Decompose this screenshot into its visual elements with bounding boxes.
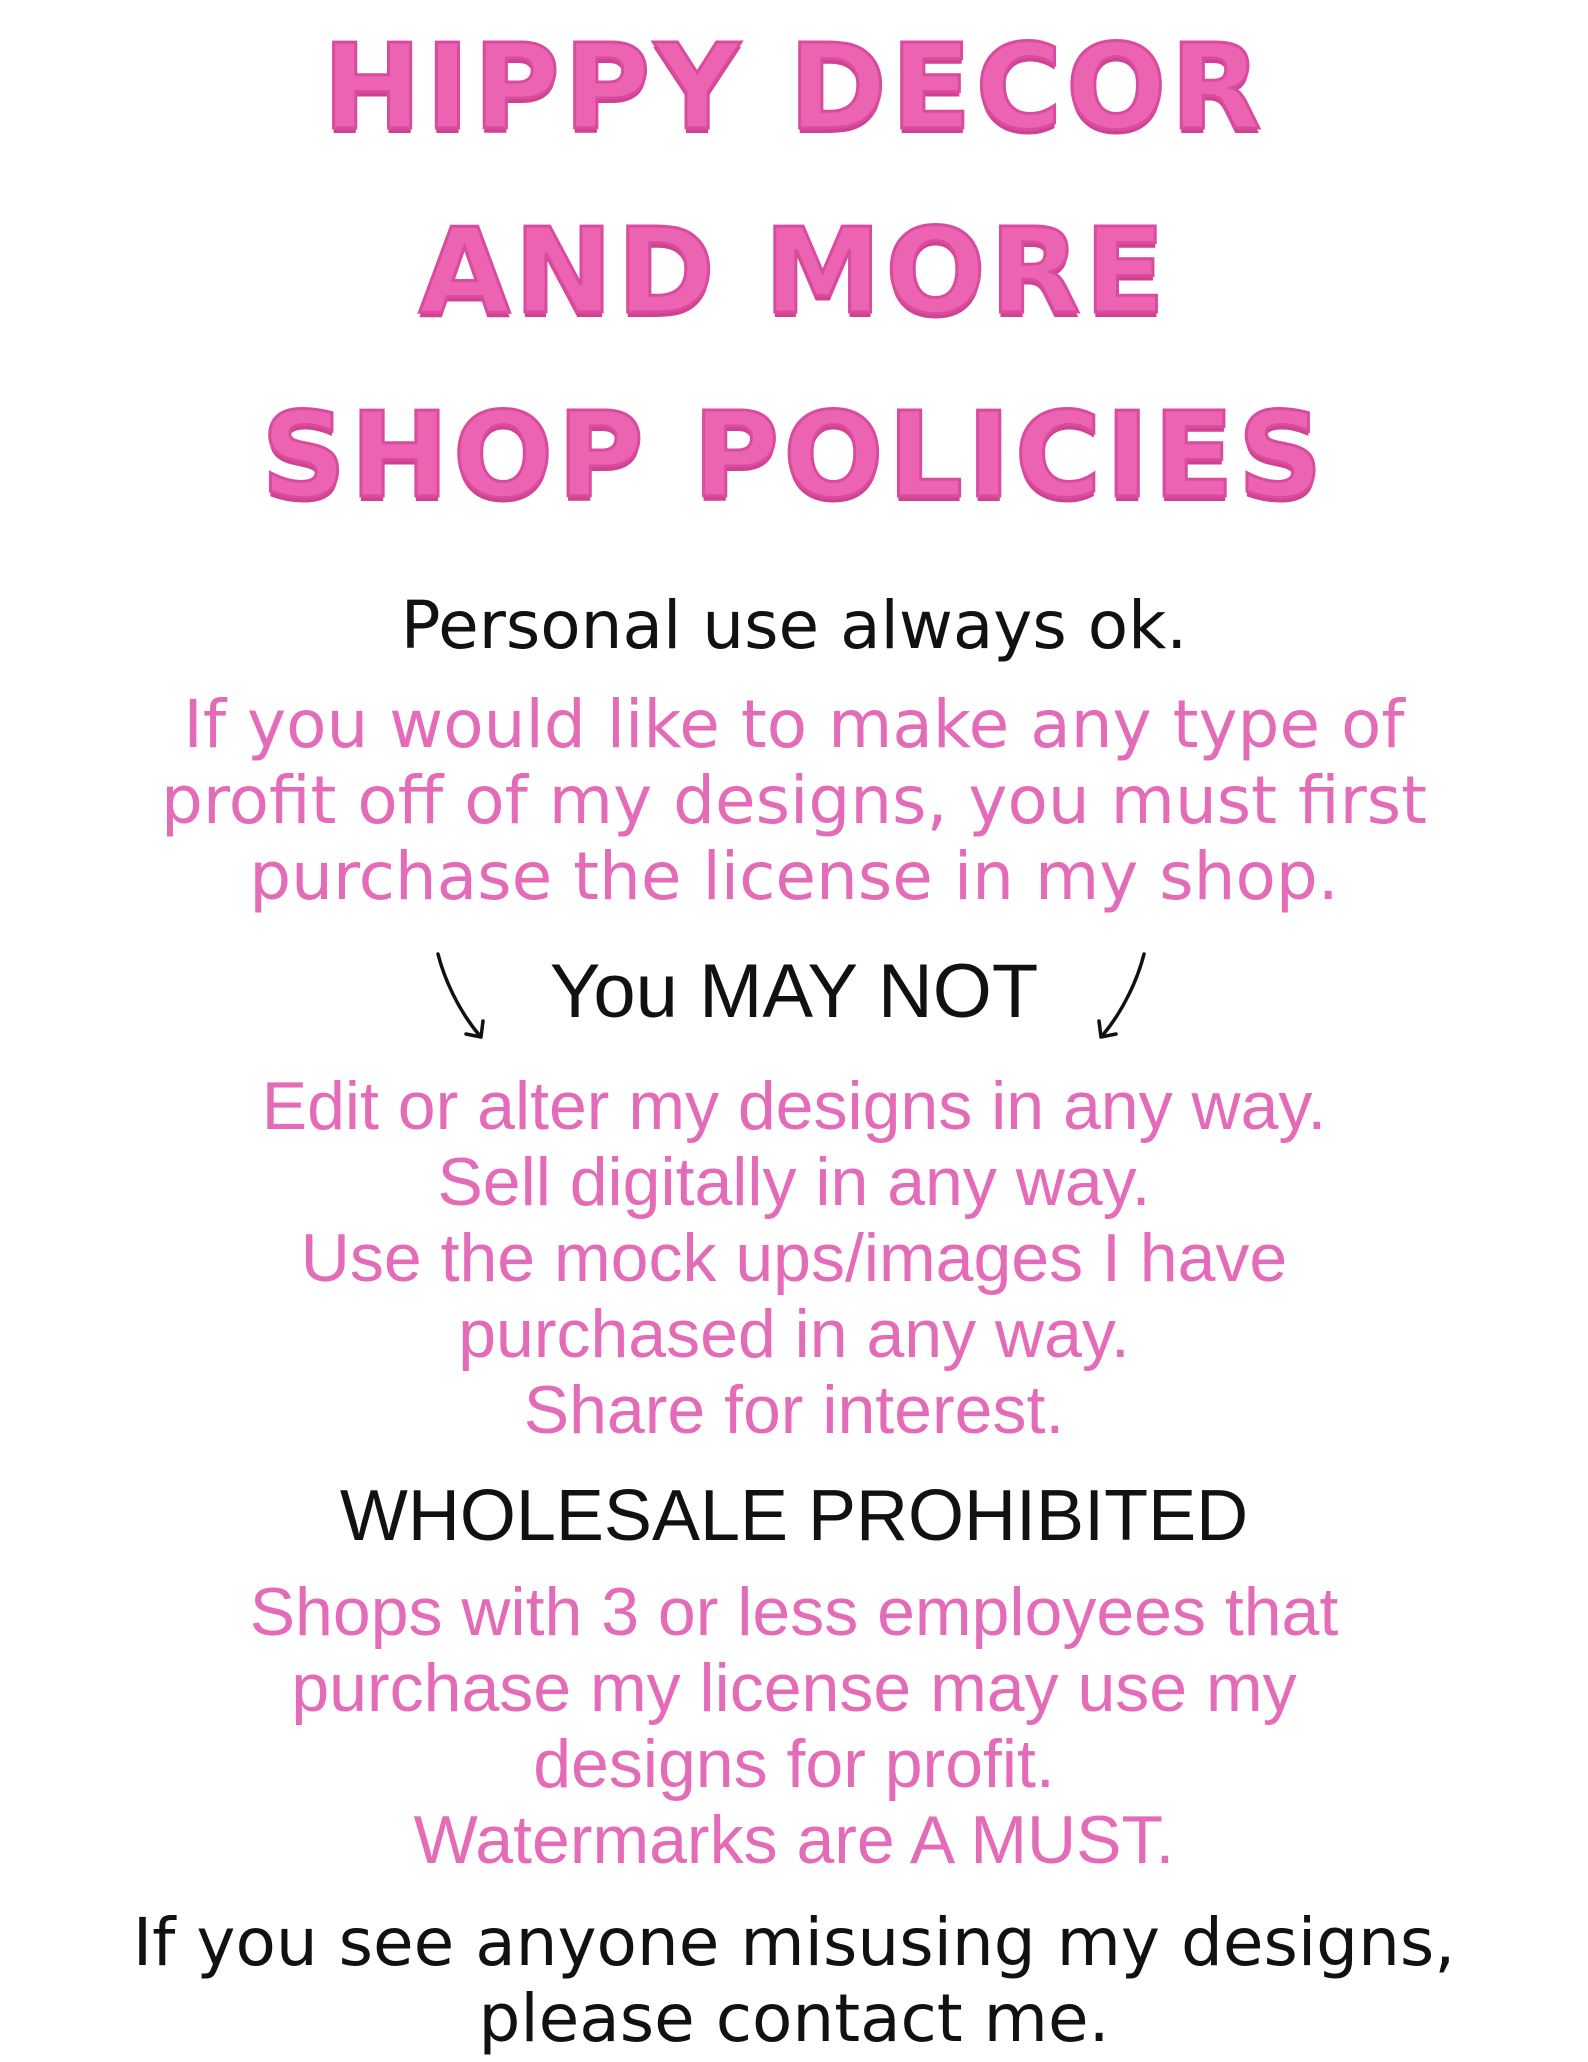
wholesale-heading: WHOLESALE PROHIBITED xyxy=(339,1476,1249,1556)
license-notice-line-2: profit off of my designs, you must first xyxy=(160,762,1428,839)
arrow-down-right-icon xyxy=(1097,952,1146,1039)
may-not-heading: You MAY NOT xyxy=(549,949,1039,1034)
may-not-heading-row: You MAY NOT xyxy=(0,948,1588,1058)
may-not-item-5: Share for interest. xyxy=(523,1372,1065,1448)
title-line-1: HIPPY DECOR xyxy=(321,18,1266,156)
wholesale-notice-line-2: purchase my license may use my xyxy=(291,1650,1297,1726)
wholesale-notice-line-4: Watermarks are A MUST. xyxy=(413,1802,1175,1878)
wholesale-notice-line-3: designs for profit. xyxy=(533,1726,1055,1802)
may-not-item-3: Use the mock ups/images I have xyxy=(300,1220,1288,1296)
license-notice-line-3: purchase the license in my shop. xyxy=(249,838,1339,915)
contact-notice-line-2: please contact me. xyxy=(478,1980,1110,2057)
contact-notice-line-1: If you see anyone misusing my designs, xyxy=(132,1904,1456,1981)
may-not-item-4: purchased in any way. xyxy=(458,1296,1130,1372)
license-notice-line-1: If you would like to make any type of xyxy=(183,686,1405,763)
title-line-2: AND MORE xyxy=(417,202,1170,340)
wholesale-notice-line-1: Shops with 3 or less employees that xyxy=(249,1574,1339,1650)
title-line-3: SHOP POLICIES xyxy=(260,386,1327,524)
personal-use-text: Personal use always ok. xyxy=(400,587,1188,664)
may-not-item-2: Sell digitally in any way. xyxy=(437,1144,1151,1220)
shop-policies-page: HIPPY DECOR AND MORE SHOP POLICIES Perso… xyxy=(0,0,1588,2062)
may-not-item-1: Edit or alter my designs in any way. xyxy=(261,1068,1327,1144)
